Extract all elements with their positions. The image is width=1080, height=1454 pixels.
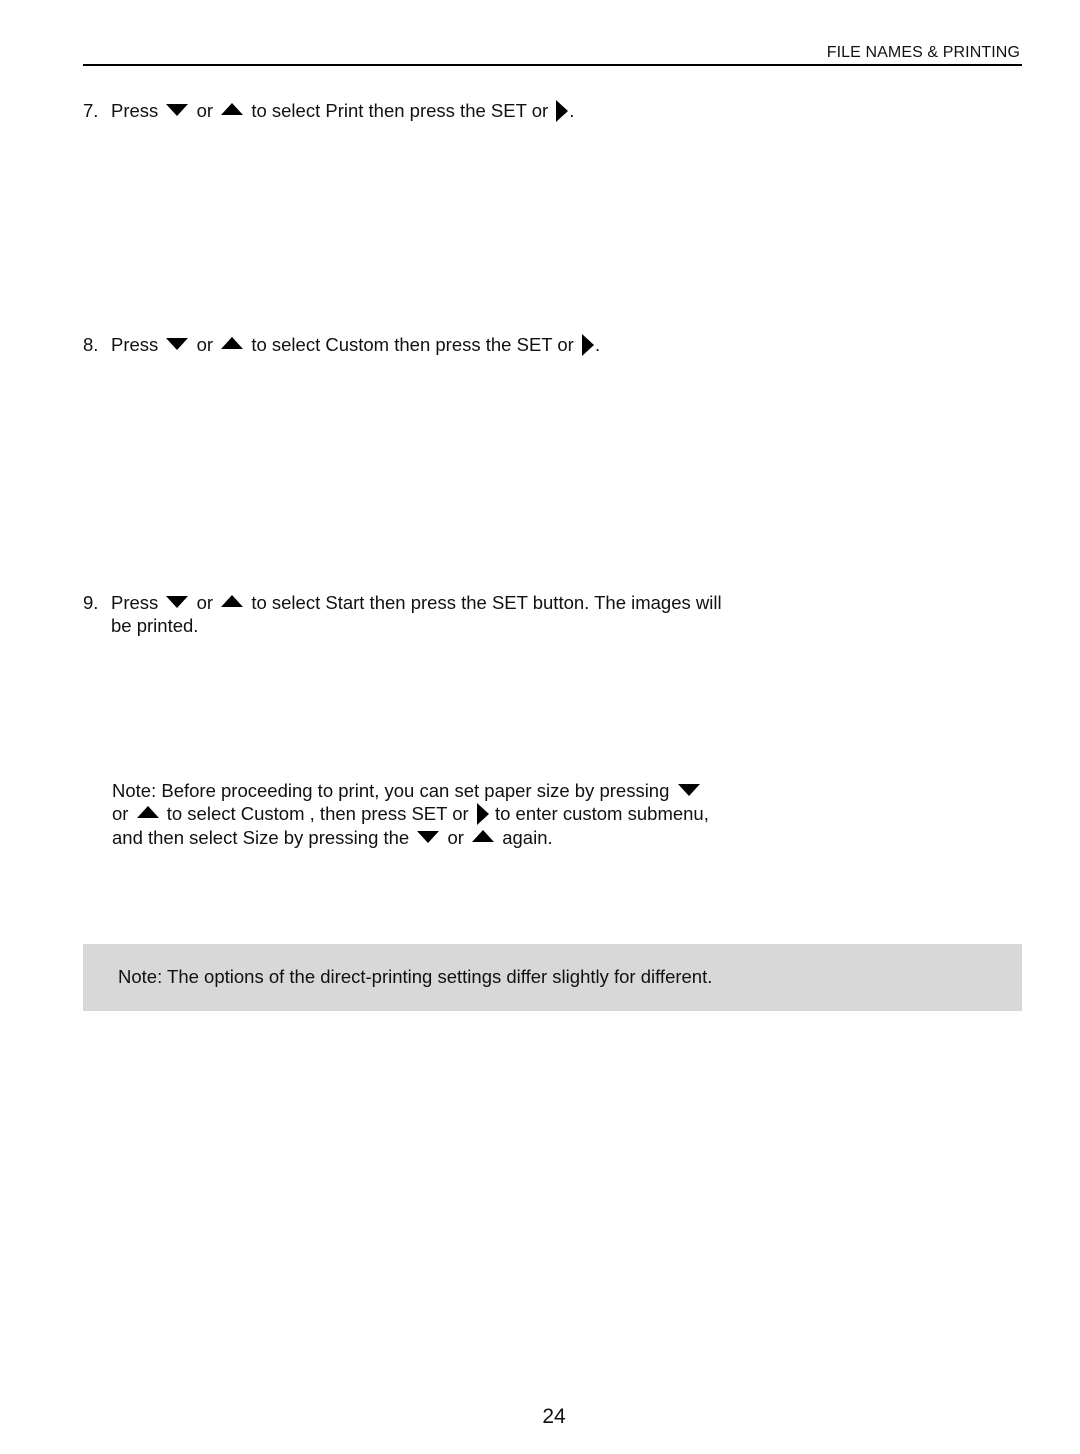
note-box-text: Note: The options of the direct-printing… xyxy=(118,966,713,987)
down-arrow-icon xyxy=(166,338,189,351)
step-7: 7. Press or to select Print then press th… xyxy=(83,99,763,123)
note-text: Note: Before proceeding to print, you ca… xyxy=(112,780,670,801)
right-arrow-icon xyxy=(581,334,594,357)
note-box: Note: The options of the direct-printing… xyxy=(83,944,1022,1011)
note-text: to select Custom , then press SET or xyxy=(166,803,469,824)
header-divider xyxy=(83,64,1022,66)
down-arrow-icon xyxy=(166,596,189,609)
down-arrow-icon xyxy=(677,784,700,797)
up-arrow-icon xyxy=(472,830,495,843)
paper-size-note: Note: Before proceeding to print, you ca… xyxy=(112,779,752,849)
step-text: Press xyxy=(111,100,159,121)
note-text: and then select Size by pressing the xyxy=(112,827,410,849)
section-header-title: FILE NAMES & PRINTING xyxy=(826,44,1020,61)
step-text: to select Print then press the SET or xyxy=(251,100,549,121)
right-arrow-icon xyxy=(476,803,489,826)
page-number: 24 xyxy=(542,1405,566,1428)
step-9: 9. Press or to select Start then press th… xyxy=(83,591,763,637)
step-text: Press xyxy=(111,334,159,355)
step-number: 9. xyxy=(83,592,99,613)
up-arrow-icon xyxy=(221,595,244,608)
step-text: to select Custom then press the SET or xyxy=(251,334,574,355)
note-text: to enter custom submenu, xyxy=(494,803,709,824)
up-arrow-icon xyxy=(136,806,159,819)
step-8: 8. Press or to select Custom then press t… xyxy=(83,333,763,357)
step-number: 8. xyxy=(83,334,99,355)
step-text: or xyxy=(196,100,214,121)
note-text: or xyxy=(112,803,129,824)
step-text: Press xyxy=(111,592,159,613)
step-text-continuation: be printed. xyxy=(111,615,199,636)
step-text: to select Start then press the SET butto… xyxy=(251,592,722,613)
step-text: . xyxy=(594,334,601,355)
up-arrow-icon xyxy=(221,103,244,116)
up-arrow-icon xyxy=(221,337,244,350)
note-text: or xyxy=(447,827,464,849)
down-arrow-icon xyxy=(166,104,189,117)
note-text: again. xyxy=(502,827,553,849)
step-text: or xyxy=(196,334,214,355)
step-text: or xyxy=(196,592,214,613)
step-number: 7. xyxy=(83,100,99,121)
down-arrow-icon xyxy=(417,831,440,844)
step-text: . xyxy=(569,100,575,121)
right-arrow-icon xyxy=(556,100,569,123)
